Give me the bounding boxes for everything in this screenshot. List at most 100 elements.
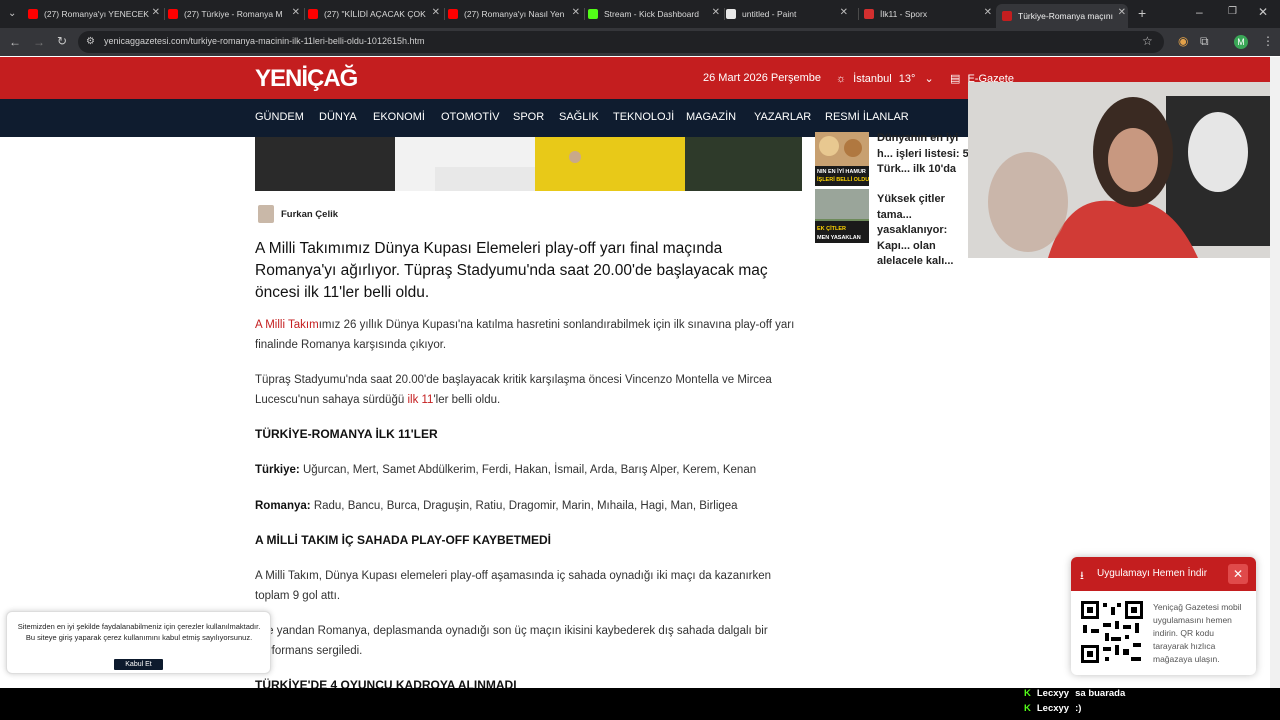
chat-text: :) [1075, 703, 1082, 714]
nav-yazarlar[interactable]: YAZARLAR [754, 111, 811, 123]
tab-7[interactable]: İlk11 - Sporx ✕ [864, 4, 994, 24]
author-name[interactable]: Furkan Çelik [281, 209, 338, 220]
tab-label: (27) Romanya'yı YENECEK [44, 9, 149, 19]
lineup-label: Türkiye: [255, 464, 300, 476]
thumb-caption: EK ÇİTLER [817, 225, 846, 232]
site-info-icon[interactable]: ⚙ [86, 36, 95, 48]
kick-icon: K [1024, 688, 1031, 699]
sporx-icon [864, 9, 874, 19]
sidebar-headline-1[interactable]: Dünyanın en iyi h... işleri listesi: 5 T… [877, 131, 977, 178]
cookie-accept-button[interactable]: Kabul Et [114, 659, 163, 670]
yenicag-icon [1002, 11, 1012, 21]
nav-saglik[interactable]: SAĞLIK [559, 111, 599, 123]
tab-search-icon[interactable]: ⌄ [8, 8, 16, 20]
sun-icon: ☼ [836, 73, 847, 85]
close-tab-icon[interactable]: ✕ [1118, 7, 1126, 18]
tab-active[interactable]: Türkiye-Romanya maçını ✕ [996, 4, 1128, 28]
minimize-icon[interactable]: – [1196, 6, 1203, 18]
nav-teknoloji[interactable]: TEKNOLOJİ [613, 111, 674, 123]
tab-6[interactable]: untitled - Paint ✕ [726, 4, 850, 24]
tab-5[interactable]: Stream - Kick Dashboard ✕ [588, 4, 722, 24]
chat-message: K Lecxyy:) [1024, 703, 1081, 714]
app-promo-title[interactable]: Uygulamayı Hemen İndir [1097, 568, 1207, 579]
milli-takim-link[interactable]: A Milli Takım [255, 319, 319, 331]
lineup-players: Radu, Bancu, Burca, Draguşin, Ratiu, Dra… [313, 500, 738, 512]
chat-message: K Lecxyy sa buarada [1024, 688, 1125, 699]
chat-user: Lecxyy [1036, 703, 1070, 714]
close-tab-icon[interactable]: ✕ [292, 7, 300, 18]
author-avatar[interactable] [258, 205, 274, 223]
tab-divider [444, 8, 445, 20]
weather-temp: 13° [898, 73, 916, 85]
close-tab-icon[interactable]: ✕ [840, 7, 848, 18]
tab-2[interactable]: (27) Türkiye - Romanya M ✕ [168, 4, 302, 24]
page-scrollbar[interactable] [1270, 57, 1280, 688]
weather-city: İstanbul [853, 73, 892, 85]
nav-magazin[interactable]: MAGAZİN [686, 111, 736, 123]
url-text[interactable]: yenicaggazetesi.com/turkiye-romanya-maci… [104, 36, 424, 46]
close-tab-icon[interactable]: ✕ [712, 7, 720, 18]
restore-icon[interactable]: ❐ [1228, 6, 1237, 18]
thumb-caption: NIN EN İYİ HAMUR [817, 168, 866, 175]
bookmark-star-icon[interactable]: ☆ [1142, 35, 1153, 47]
nav-resmi-ilanlar[interactable]: RESMİ İLANLAR [825, 111, 909, 123]
youtube-icon [28, 9, 38, 19]
ilk11-link[interactable]: ilk 11 [407, 394, 433, 406]
kick-icon [588, 9, 598, 19]
weather-widget[interactable]: ☼ İstanbul 13° ⌄ [836, 72, 934, 85]
article-paragraph-3: A Milli Takım, Dünya Kupası elemeleri pl… [255, 570, 772, 602]
article-lead: A Milli Takımımız Dünya Kupası Elemeleri… [255, 240, 768, 301]
turkiye-lineup: Türkiye: Uğurcan, Mert, Samet Abdülkerim… [255, 460, 805, 480]
extensions-puzzle-icon[interactable]: ⧉ [1200, 35, 1209, 47]
tab-4[interactable]: (27) Romanya'yı Nasıl Yen ✕ [448, 4, 582, 24]
youtube-icon [168, 9, 178, 19]
nav-otomotiv[interactable]: OTOMOTİV [441, 111, 499, 123]
section-heading-playoff: A MİLLİ TAKIM İÇ SAHADA PLAY-OFF KAYBETM… [255, 533, 552, 547]
sidebar-thumb-1[interactable]: NIN EN İYİ HAMUR İŞLERİ BELLİ OLDU [815, 132, 869, 186]
lineup-players: Uğurcan, Mert, Samet Abdülkerim, Ferdi, … [302, 464, 757, 476]
tab-label: (27) "KİLİDİ AÇACAK ÇOK [324, 9, 426, 19]
article-paragraph-4: Öte yandan Romanya, deplasmanda oynadığı… [255, 625, 768, 657]
article-paragraph-1: A Milli Takımımız 26 yıllık Dünya Kupası… [255, 315, 805, 355]
close-icon[interactable]: ✕ [1228, 564, 1248, 584]
tab-1[interactable]: (27) Romanya'yı YENECEK ✕ [28, 4, 162, 24]
menu-kebab-icon[interactable]: ⋮ [1262, 35, 1274, 47]
sidebar-headline-2[interactable]: Yüksek çitler tama... yasaklanıyor: Kapı… [877, 192, 977, 270]
close-window-icon[interactable]: ✕ [1258, 6, 1268, 18]
tab-label: (27) Romanya'yı Nasıl Yen [464, 9, 565, 19]
close-tab-icon[interactable]: ✕ [152, 7, 160, 18]
nav-ekonomi[interactable]: EKONOMİ [373, 111, 425, 123]
section-heading-lineups: TÜRKİYE-ROMANYA İLK 11'LER [255, 427, 438, 441]
app-promo-text: Yeniçağ Gazetesi mobil uygulamasını heme… [1153, 602, 1242, 664]
forward-icon[interactable]: → [33, 36, 45, 48]
nav-spor[interactable]: SPOR [513, 111, 544, 123]
close-tab-icon[interactable]: ✕ [432, 7, 440, 18]
tab-3[interactable]: (27) "KİLİDİ AÇACAK ÇOK ✕ [308, 4, 442, 24]
romanya-lineup: Romanya: Radu, Bancu, Burca, Draguşin, R… [255, 496, 805, 516]
tab-divider [858, 8, 859, 20]
youtube-icon [448, 9, 458, 19]
chevron-down-icon: ⌄ [924, 73, 934, 85]
close-tab-icon[interactable]: ✕ [572, 7, 580, 18]
nav-dunya[interactable]: DÜNYA [319, 111, 357, 123]
tab-label: Stream - Kick Dashboard [604, 9, 699, 19]
back-icon[interactable]: ← [9, 36, 21, 48]
header-date: 26 Mart 2026 Perşembe [703, 72, 822, 84]
tab-label: İlk11 - Sporx [880, 9, 928, 19]
paragraph-text: 'ler belli oldu. [433, 394, 501, 406]
tab-divider [164, 8, 165, 20]
youtube-icon [308, 9, 318, 19]
new-tab-icon[interactable]: + [1138, 6, 1146, 20]
extension-icon[interactable]: ◉ [1178, 35, 1188, 47]
tab-divider [724, 8, 725, 20]
tab-label: (27) Türkiye - Romanya M [184, 9, 283, 19]
reload-icon[interactable]: ↻ [57, 35, 67, 47]
close-tab-icon[interactable]: ✕ [984, 7, 992, 18]
lineup-label: Romanya: [255, 500, 311, 512]
profile-avatar[interactable]: M [1234, 35, 1248, 49]
site-logo[interactable]: YENİÇAĞ [255, 65, 358, 93]
sidebar-thumb-2[interactable]: EK ÇİTLER MEN YASAKLAN [815, 189, 869, 243]
nav-gundem[interactable]: GÜNDEM [255, 111, 304, 123]
kick-icon: K [1024, 703, 1031, 714]
tab-label: untitled - Paint [742, 9, 797, 19]
